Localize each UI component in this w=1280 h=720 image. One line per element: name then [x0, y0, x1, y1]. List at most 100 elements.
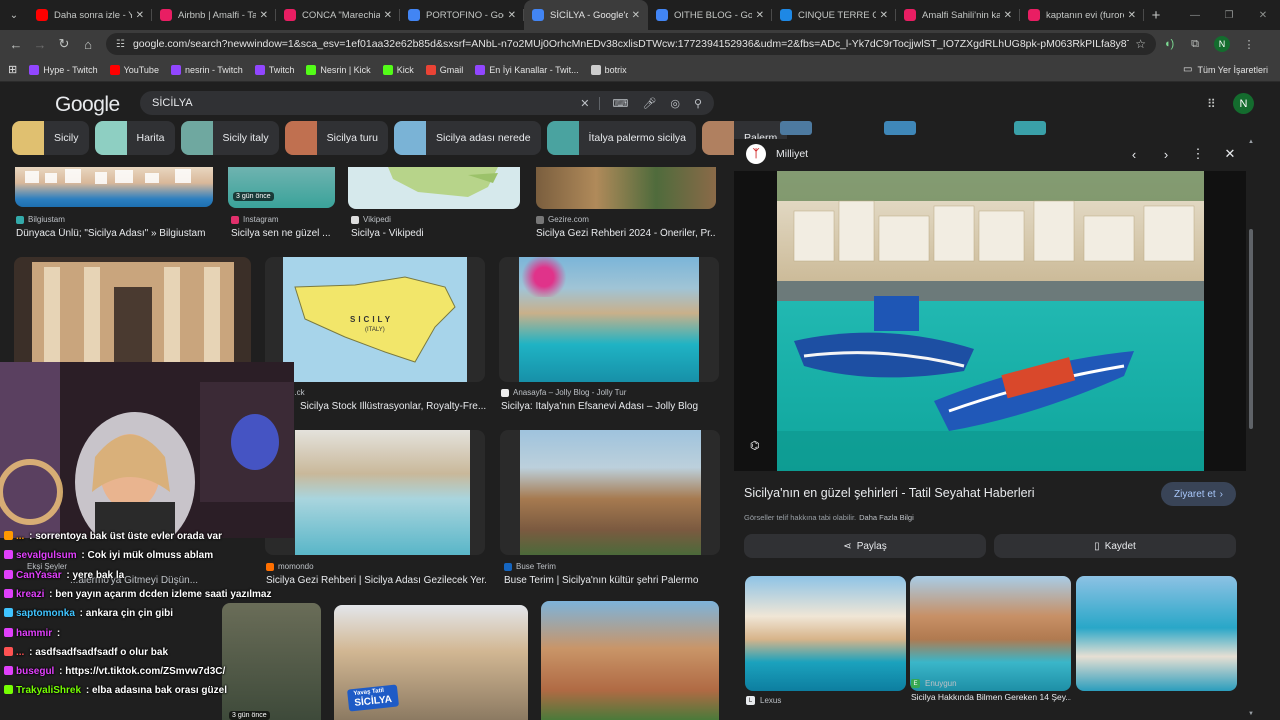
browser-tab[interactable]: CONCA "Marechiaro" ✕	[276, 0, 400, 30]
more-options-icon[interactable]: ⋮	[1182, 146, 1214, 162]
close-tab-icon[interactable]: ✕	[384, 10, 392, 21]
refinement-chip[interactable]: Sicilya turu	[284, 121, 388, 155]
bookmark-item[interactable]: Twitch	[254, 64, 294, 75]
keyboard-icon[interactable]: ⌨	[599, 96, 628, 110]
preview-title[interactable]: Sicilya'nın en güzel şehirleri - Tatil S…	[744, 486, 1035, 500]
result-caption[interactable]: Sicilya - Vikipedi	[351, 228, 511, 239]
bookmark-item[interactable]: Kick	[382, 64, 414, 75]
browser-tab[interactable]: Airbnb | Amalfi - Tatil ✕	[152, 0, 276, 30]
refinement-chip[interactable]: Sicily italy	[180, 121, 279, 155]
close-tab-icon[interactable]: ✕	[508, 10, 516, 21]
save-button[interactable]: ▯ Kaydet	[994, 534, 1236, 558]
scroll-up-icon[interactable]: ▲	[1248, 139, 1254, 145]
close-tab-icon[interactable]: ✕	[260, 10, 268, 21]
refinement-chip[interactable]: Sicilya adası nerede	[393, 121, 541, 155]
menu-kebab-icon[interactable]: ⋮	[1236, 38, 1262, 51]
result-source[interactable]: Anasayfa – Jolly Blog - Jolly Tur	[501, 388, 626, 397]
result-image[interactable]: 3 gün önce	[228, 167, 335, 208]
browser-tab[interactable]: SİCİLYA - Google'da A ✕	[524, 0, 648, 30]
back-button[interactable]: ←	[4, 37, 28, 52]
browser-tab[interactable]: PORTOFINO - Google ✕	[400, 0, 524, 30]
related-caption[interactable]: Sicilya Hakkında Bilmen Gereken 14 Şey..…	[911, 692, 1071, 702]
bookmark-star-icon[interactable]: ☆	[1135, 37, 1146, 51]
lens-icon[interactable]: ◎	[670, 97, 680, 110]
forward-button[interactable]: →	[28, 37, 52, 52]
bookmark-item[interactable]: botrix	[590, 64, 627, 75]
result-caption[interactable]: Dünyaca Ünlü; "Sicilya Adası" » Bilgiust…	[16, 228, 221, 239]
reload-button[interactable]: ↻	[52, 36, 76, 52]
address-bar[interactable]: ☷ google.com/search?newwindow=1&sca_esv=…	[106, 33, 1156, 55]
more-info-link[interactable]: Daha Fazla Bilgi	[859, 513, 914, 522]
result-image[interactable]	[348, 167, 520, 209]
visit-button[interactable]: Ziyaret et ›	[1161, 482, 1236, 506]
browser-tab[interactable]: Daha sonra izle - You ✕	[28, 0, 152, 30]
preview-image[interactable]: ⌬	[734, 171, 1246, 471]
result-source[interactable]: Bilgiustam	[16, 215, 65, 224]
browser-tab[interactable]: OITHE BLOG - Google ✕	[648, 0, 772, 30]
mic-icon[interactable]: 🎤︎	[642, 97, 656, 110]
close-tab-icon[interactable]: ✕	[880, 10, 888, 21]
browser-tab[interactable]: kaptanın evi (furore a ✕	[1020, 0, 1144, 30]
all-bookmarks[interactable]: ▭ Tüm Yer İşaretleri	[1183, 64, 1268, 75]
related-image[interactable]	[1076, 576, 1237, 691]
new-tab-button[interactable]: +	[1144, 7, 1168, 24]
result-image[interactable]	[499, 257, 719, 382]
browser-tab[interactable]: Amalfi Sahili'nin kalb ✕	[896, 0, 1020, 30]
result-image[interactable]: Yavaş Tatil SİCİLYA	[334, 605, 528, 720]
bookmark-item[interactable]: nesrin - Twitch	[170, 64, 243, 75]
home-button[interactable]: ⌂	[76, 37, 100, 52]
close-tab-icon[interactable]: ✕	[756, 10, 764, 21]
bookmark-item[interactable]: En İyi Kanallar - Twit...	[475, 64, 579, 75]
search-box[interactable]: SİCİLYA ✕ ⌨ 🎤︎ ◎ ⚲	[140, 91, 714, 115]
google-account-avatar[interactable]: N	[1233, 93, 1254, 114]
scrollbar-thumb[interactable]	[1249, 229, 1253, 429]
publisher-name[interactable]: Milliyet	[776, 148, 1118, 160]
tab-search-button[interactable]: ⌄	[0, 0, 28, 30]
refinement-chip[interactable]: İtalya palermo sicilya	[546, 121, 696, 155]
visual-search-icon[interactable]: ⌬	[750, 439, 764, 453]
browser-tab[interactable]: CINQUE TERRE GEZİ ✕	[772, 0, 896, 30]
result-image[interactable]	[541, 601, 719, 720]
close-tab-icon[interactable]: ✕	[1004, 10, 1012, 21]
result-image[interactable]	[536, 167, 716, 209]
result-caption[interactable]: Sicilya: İtalya'nın Efsanevi Adası – Jol…	[501, 401, 719, 412]
result-source[interactable]: Vikipedi	[351, 215, 391, 224]
related-source[interactable]: E Enuygun	[911, 679, 957, 688]
next-image-button[interactable]: ›	[1150, 147, 1182, 162]
close-tab-icon[interactable]: ✕	[632, 10, 640, 21]
clear-icon[interactable]: ✕	[580, 97, 589, 110]
prev-image-button[interactable]: ‹	[1118, 147, 1150, 162]
refinement-chip[interactable]: Sicily	[12, 121, 89, 155]
maximize-button[interactable]: ❐	[1212, 10, 1246, 21]
result-caption[interactable]: Sicilya Gezi Rehberi 2024 - Öneriler, Pr…	[536, 228, 716, 239]
share-button[interactable]: ⋖ Paylaş	[744, 534, 986, 558]
extensions-icon[interactable]: ⧉	[1182, 38, 1208, 51]
result-image[interactable]	[15, 167, 213, 207]
result-caption[interactable]: Sicilya sen ne güzel ...	[231, 228, 336, 239]
close-window-button[interactable]: ✕	[1246, 10, 1280, 21]
google-apps-icon[interactable]: ⠿	[1207, 97, 1216, 111]
result-source[interactable]: Gezire.com	[536, 215, 589, 224]
result-image[interactable]	[500, 430, 720, 555]
bookmark-item[interactable]: YouTube	[109, 64, 159, 75]
bookmark-item[interactable]: Nesrin | Kick	[306, 64, 371, 75]
google-logo[interactable]: Google	[55, 93, 120, 117]
result-image[interactable]: SICILY (ITALY)	[265, 257, 485, 382]
close-panel-button[interactable]: ✕	[1214, 146, 1246, 162]
bookmark-item[interactable]: Gmail	[425, 64, 463, 75]
related-image[interactable]	[910, 576, 1071, 691]
result-source[interactable]: Buse Terim	[504, 562, 556, 571]
close-tab-icon[interactable]: ✕	[1128, 10, 1136, 21]
scroll-down-icon[interactable]: ▼	[1248, 711, 1254, 717]
site-info-icon[interactable]: ☷	[116, 39, 125, 50]
close-tab-icon[interactable]: ✕	[136, 10, 144, 21]
related-source[interactable]: L Lexus	[746, 696, 781, 705]
apps-icon[interactable]: ⊞	[8, 63, 17, 76]
result-source[interactable]: Instagram	[231, 215, 279, 224]
related-image[interactable]	[745, 576, 906, 691]
panel-scrollbar[interactable]: ▲ ▼	[1248, 139, 1254, 720]
minimize-button[interactable]: —	[1178, 10, 1212, 21]
profile-avatar[interactable]: N	[1214, 36, 1230, 52]
result-caption[interactable]: Buse Terim | Sicilya'nın kültür şehri Pa…	[504, 575, 724, 586]
result-caption[interactable]: Sicilya Stock İllüstrasyonlar, Royalty-F…	[300, 401, 490, 412]
